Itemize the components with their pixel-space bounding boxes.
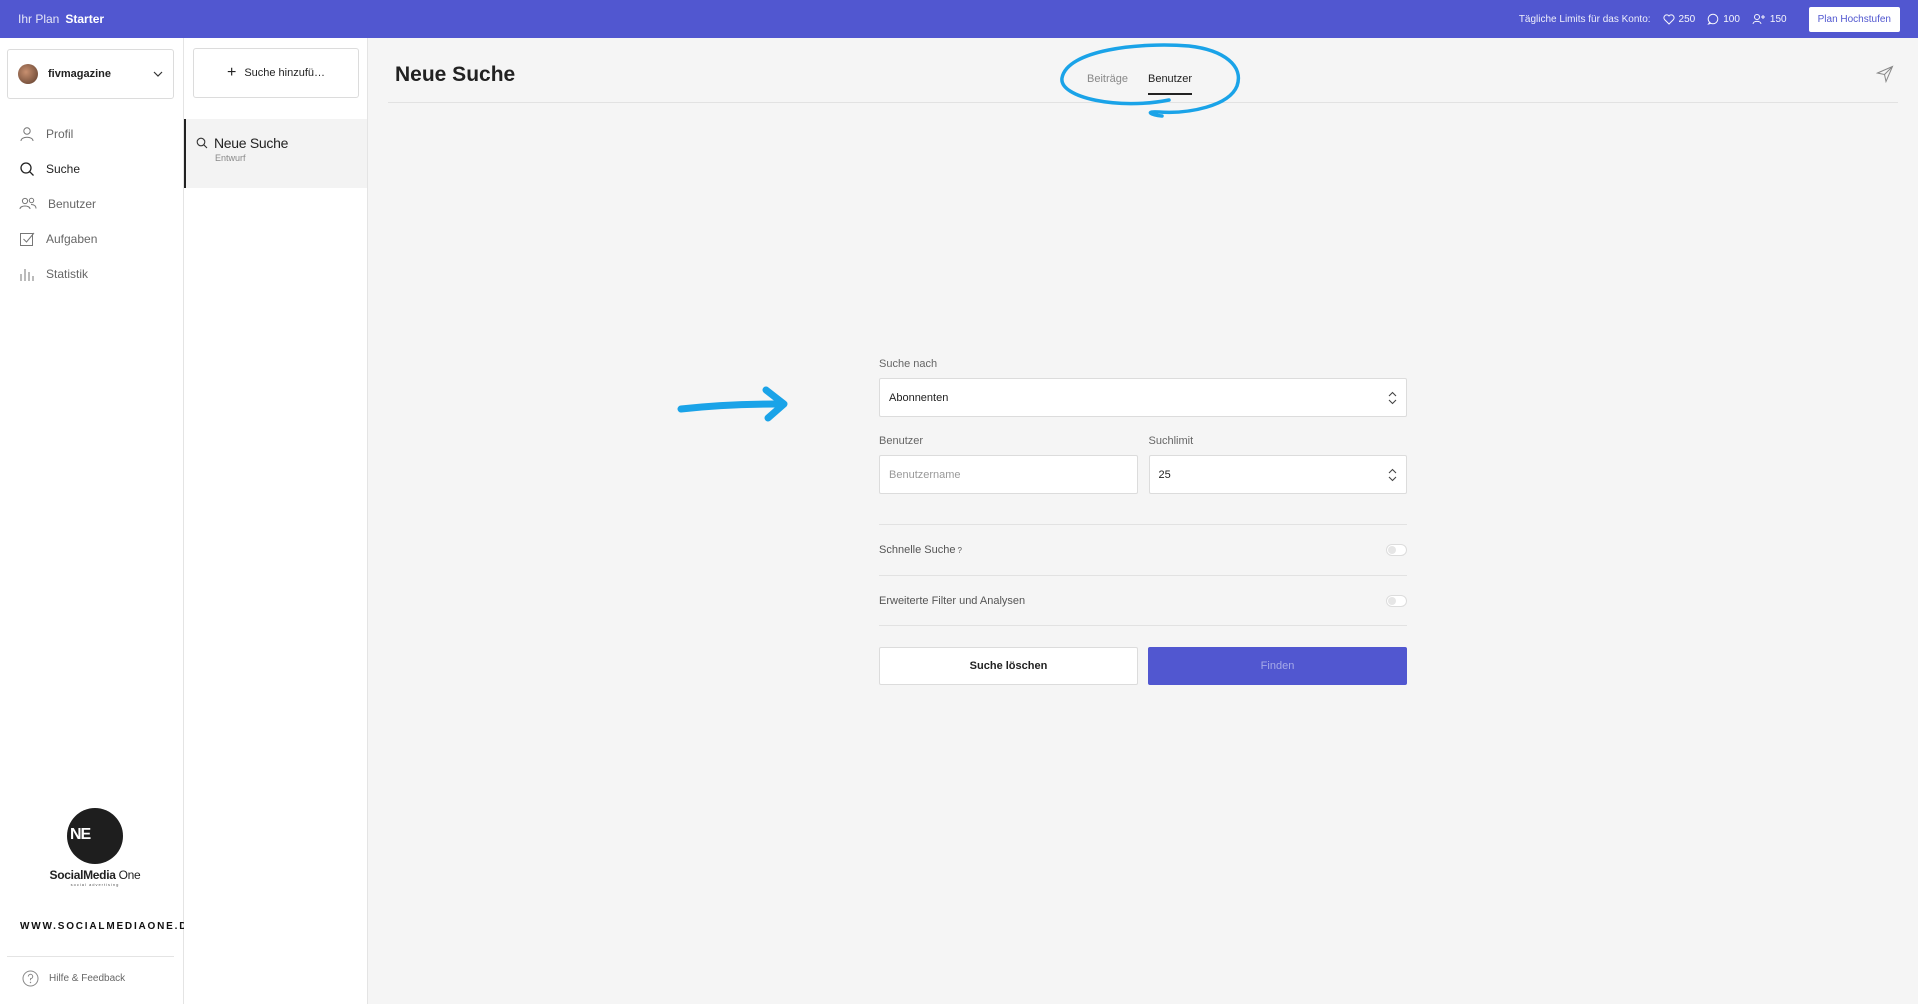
- search-by-value: Abonnenten: [889, 391, 949, 404]
- divider: [7, 956, 174, 957]
- username-input[interactable]: Benutzername: [879, 455, 1138, 494]
- search-limit-label: Suchlimit: [1148, 435, 1194, 447]
- users-icon: [19, 197, 37, 209]
- advanced-filters-toggle[interactable]: [1386, 594, 1407, 607]
- follows-count: 150: [1769, 13, 1787, 25]
- upgrade-plan-button[interactable]: Plan Hochstufen: [1808, 6, 1900, 32]
- search-icon: [196, 137, 208, 149]
- nav-label-search: Suche: [46, 161, 81, 176]
- brand-name: SocialMedia One: [40, 868, 150, 882]
- nav-item-tasks[interactable]: Aufgaben: [0, 221, 184, 256]
- help-icon: [22, 970, 39, 987]
- search-by-select[interactable]: Abonnenten: [879, 378, 1407, 417]
- comments-count: 100: [1723, 13, 1740, 25]
- chevron-down-icon: [153, 71, 163, 77]
- user-icon: [20, 126, 34, 141]
- nav-label-tasks: Aufgaben: [46, 231, 98, 246]
- nav-item-profile[interactable]: Profil: [0, 116, 184, 151]
- advanced-filters-row: Erweiterte Filter und Analysen: [879, 575, 1407, 626]
- page-title: Neue Suche: [395, 63, 516, 86]
- comments-limit: 100: [1707, 13, 1740, 25]
- add-search-label: Suche hinzufü…: [244, 67, 326, 79]
- avatar: [18, 64, 38, 84]
- add-search-button[interactable]: + Suche hinzufü…: [193, 48, 359, 98]
- nav-item-search[interactable]: Suche: [0, 151, 184, 186]
- nav-label-profile: Profil: [46, 126, 74, 141]
- options-list: Schnelle Suche ? Erweiterte Filter und A…: [879, 524, 1407, 626]
- nav-item-statistics[interactable]: Statistik: [0, 256, 184, 291]
- annotation-circle: [1060, 43, 1241, 118]
- user-label: Benutzer: [879, 435, 924, 447]
- select-arrows-icon: [1388, 391, 1397, 404]
- searches-panel: + Suche hinzufü… Neue Suche Entwurf: [184, 38, 368, 1004]
- likes-count: 250: [1678, 13, 1696, 25]
- username-placeholder: Benutzername: [889, 468, 961, 481]
- main-content: Neue Suche Beiträge Benutzer Suche nach …: [369, 38, 1918, 1004]
- search-by-label: Suche nach: [879, 358, 938, 370]
- follows-limit: 150: [1752, 13, 1787, 25]
- search-item-title: Neue Suche: [214, 135, 289, 151]
- brand-circle: NE: [67, 808, 123, 864]
- advanced-filters-label: Erweiterte Filter und Analysen: [879, 594, 1026, 607]
- search-icon: [20, 161, 34, 176]
- account-switcher[interactable]: fivmagazine: [7, 49, 174, 99]
- brand-tagline: social advertising: [70, 882, 120, 887]
- quick-search-hint[interactable]: ?: [957, 546, 961, 555]
- help-feedback-link[interactable]: Hilfe & Feedback: [22, 970, 125, 987]
- top-bar: Ihr Plan Starter Tägliche Limits für das…: [0, 0, 1918, 38]
- limits-label: Tägliche Limits für das Konto:: [1518, 13, 1651, 25]
- brand-initials: NE: [70, 826, 91, 843]
- annotation-arrow: [677, 386, 788, 422]
- search-form: Suche nach Abonnenten Benutzer Benutzern…: [879, 358, 1407, 685]
- search-limit-value: 25: [1158, 468, 1171, 481]
- checkbox-icon: [20, 232, 35, 246]
- heart-icon: [1663, 13, 1675, 25]
- quick-search-label: Schnelle Suche: [879, 544, 956, 556]
- search-limit-select[interactable]: 25: [1148, 455, 1407, 494]
- brand-name-bold: SocialMedia: [49, 868, 116, 882]
- find-button[interactable]: Finden: [1148, 647, 1407, 685]
- brand-name-light: One: [115, 868, 141, 882]
- website-link[interactable]: WWW.SOCIALMEDIAONE.DE: [20, 921, 197, 932]
- form-actions: Suche löschen Finden: [879, 647, 1407, 685]
- help-label: Hilfe & Feedback: [49, 973, 126, 984]
- account-name: fivmagazine: [48, 68, 111, 80]
- plan-name: Starter: [65, 12, 105, 26]
- comment-icon: [1707, 13, 1719, 25]
- brand-logo: NE SocialMedia One social advertising: [40, 808, 150, 887]
- send-icon[interactable]: [1876, 65, 1894, 83]
- search-item-status: Entwurf: [215, 153, 246, 163]
- nav-item-users[interactable]: Benutzer: [0, 186, 184, 221]
- quick-search-toggle[interactable]: [1386, 544, 1407, 556]
- plus-icon: +: [226, 64, 237, 81]
- search-list-item[interactable]: Neue Suche Entwurf: [184, 119, 367, 188]
- main-nav: Profil Suche Benutzer Aufgaben Statistik: [0, 116, 184, 291]
- select-arrows-icon: [1388, 468, 1397, 481]
- nav-label-users: Benutzer: [48, 196, 97, 211]
- quick-search-row: Schnelle Suche ?: [879, 524, 1407, 575]
- clear-search-button[interactable]: Suche löschen: [879, 647, 1138, 685]
- add-user-icon: [1752, 14, 1765, 25]
- daily-limits: Tägliche Limits für das Konto: 250 100 1…: [1518, 6, 1900, 32]
- nav-label-statistics: Statistik: [46, 266, 89, 281]
- likes-limit: 250: [1663, 13, 1696, 25]
- sidebar: fivmagazine Profil Suche Benutzer Aufgab…: [0, 38, 195, 1004]
- plan-prefix: Ihr Plan: [18, 12, 60, 26]
- bar-chart-icon: [20, 268, 34, 281]
